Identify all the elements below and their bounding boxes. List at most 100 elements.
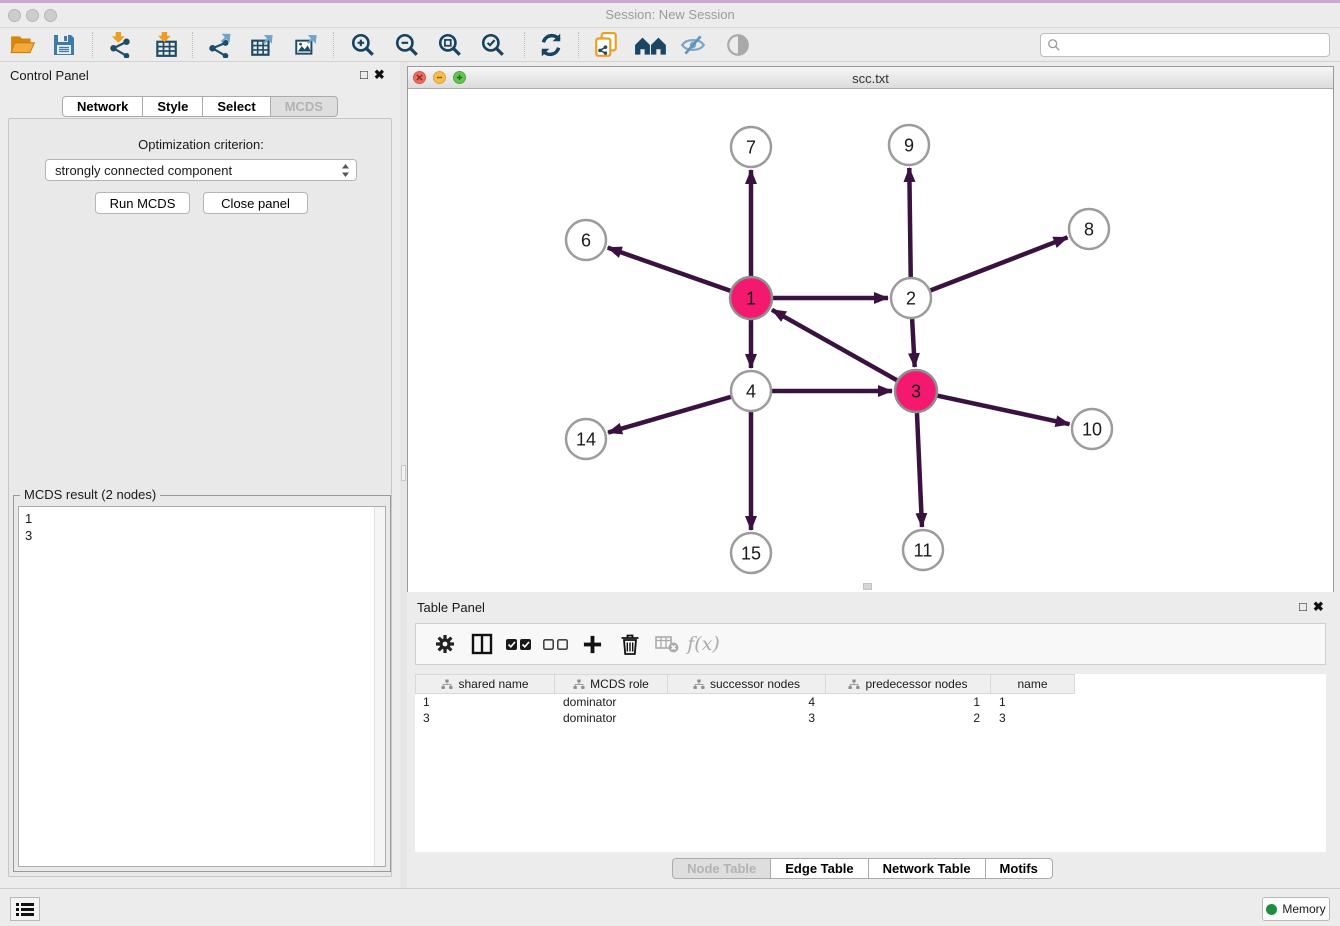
column-header-shared-name[interactable]: shared name bbox=[415, 674, 555, 694]
table-settings-icon[interactable] bbox=[426, 626, 463, 662]
network-window-titlebar[interactable]: scc.txt bbox=[408, 67, 1333, 89]
edge-4-14[interactable] bbox=[608, 397, 731, 433]
run-mcds-button[interactable]: Run MCDS bbox=[95, 192, 190, 214]
cell-predecessor-nodes[interactable]: 2 bbox=[826, 710, 991, 726]
cell-successor-nodes[interactable]: 3 bbox=[668, 710, 826, 726]
edge-3-10[interactable] bbox=[938, 396, 1070, 425]
table-tab-motifs[interactable]: Motifs bbox=[985, 858, 1053, 879]
tab-mcds[interactable]: MCDS bbox=[270, 96, 338, 117]
deselect-all-icon[interactable] bbox=[537, 626, 574, 662]
cell-shared-name[interactable]: 1 bbox=[415, 694, 555, 710]
criterion-select[interactable]: strongly connected component bbox=[45, 159, 357, 181]
column-header-name[interactable]: name bbox=[991, 674, 1075, 694]
hide-graphics-icon[interactable] bbox=[676, 30, 710, 60]
tab-network[interactable]: Network bbox=[62, 96, 143, 117]
node-1[interactable]: 1 bbox=[730, 277, 772, 319]
cell-predecessor-nodes[interactable]: 1 bbox=[826, 694, 991, 710]
export-network-icon[interactable] bbox=[202, 30, 236, 60]
import-table-icon[interactable] bbox=[149, 30, 183, 60]
refresh-layout-icon[interactable] bbox=[534, 30, 568, 60]
close-panel-icon[interactable]: ✖ bbox=[1313, 599, 1330, 614]
column-type-icon bbox=[573, 679, 585, 690]
toolbar-separator bbox=[524, 32, 525, 58]
float-panel-icon[interactable]: □ bbox=[1299, 599, 1313, 614]
node-7[interactable]: 7 bbox=[731, 127, 771, 167]
cell-successor-nodes[interactable]: 4 bbox=[668, 694, 826, 710]
main-toolbar bbox=[0, 28, 1340, 62]
zoom-fit-icon[interactable] bbox=[433, 30, 467, 60]
cell-shared-name[interactable]: 3 bbox=[415, 710, 555, 726]
column-label: predecessor nodes bbox=[865, 677, 967, 691]
zoom-selected-icon[interactable] bbox=[476, 30, 510, 60]
cell-name[interactable]: 3 bbox=[991, 710, 1075, 726]
delete-column-icon[interactable] bbox=[611, 626, 648, 662]
vertical-splitter[interactable] bbox=[400, 62, 407, 888]
result-scrollbar[interactable] bbox=[374, 507, 385, 866]
float-panel-icon[interactable]: □ bbox=[360, 67, 374, 82]
tab-select[interactable]: Select bbox=[202, 96, 270, 117]
open-session-icon[interactable] bbox=[6, 30, 40, 60]
column-label: MCDS role bbox=[590, 677, 649, 691]
table-tab-edge-table[interactable]: Edge Table bbox=[770, 858, 868, 879]
export-image-icon[interactable] bbox=[289, 30, 323, 60]
node-6[interactable]: 6 bbox=[566, 220, 606, 260]
node-14[interactable]: 14 bbox=[566, 419, 606, 459]
table-row-1[interactable]: 1dominator411 bbox=[415, 694, 1326, 710]
criterion-selected-value: strongly connected component bbox=[55, 163, 232, 178]
search-icon bbox=[1047, 38, 1061, 52]
export-table-icon[interactable] bbox=[245, 30, 279, 60]
network-view-window: scc.txt 7 9 6 8 1 2 4 3 14 10 15 11 bbox=[407, 66, 1334, 592]
svg-text:7: 7 bbox=[746, 138, 756, 158]
select-all-icon[interactable] bbox=[500, 626, 537, 662]
add-column-icon[interactable] bbox=[574, 626, 611, 662]
mcds-result-textarea[interactable]: 1 3 bbox=[18, 506, 386, 867]
node-9[interactable]: 9 bbox=[889, 125, 929, 165]
close-panel-icon[interactable]: ✖ bbox=[374, 67, 391, 82]
network-canvas[interactable]: 7 9 6 8 1 2 4 3 14 10 15 11 bbox=[408, 89, 1333, 592]
edge-2-8[interactable] bbox=[931, 237, 1068, 290]
close-panel-button[interactable]: Close panel bbox=[203, 192, 308, 214]
node-10[interactable]: 10 bbox=[1072, 409, 1112, 449]
edge-3-11[interactable] bbox=[917, 413, 922, 527]
table-row-2[interactable]: 3dominator323 bbox=[415, 710, 1326, 726]
node-11[interactable]: 11 bbox=[903, 530, 943, 570]
import-network-icon[interactable] bbox=[103, 30, 137, 60]
column-label: name bbox=[1017, 677, 1047, 691]
cell-mcds-role[interactable]: dominator bbox=[555, 694, 668, 710]
node-4[interactable]: 4 bbox=[731, 371, 771, 411]
splitter-handle[interactable] bbox=[401, 465, 406, 481]
cell-mcds-role[interactable]: dominator bbox=[555, 710, 668, 726]
canvas-hscroll-thumb[interactable] bbox=[863, 583, 872, 590]
show-columns-icon[interactable] bbox=[463, 626, 500, 662]
window-title: Session: New Session bbox=[0, 7, 1340, 22]
table-tab-node-table[interactable]: Node Table bbox=[672, 858, 771, 879]
search-field[interactable] bbox=[1040, 33, 1330, 57]
edge-1-6[interactable] bbox=[608, 248, 731, 291]
table-toolbar: f(x) bbox=[415, 623, 1326, 665]
table-tab-network-table[interactable]: Network Table bbox=[868, 858, 986, 879]
column-header-successor-nodes[interactable]: successor nodes bbox=[668, 674, 826, 694]
tab-style[interactable]: Style bbox=[142, 96, 203, 117]
column-header-mcds-role[interactable]: MCDS role bbox=[555, 674, 668, 694]
svg-text:3: 3 bbox=[911, 382, 921, 402]
column-header-predecessor-nodes[interactable]: predecessor nodes bbox=[826, 674, 991, 694]
edge-3-1[interactable] bbox=[772, 310, 897, 380]
node-15[interactable]: 15 bbox=[731, 533, 771, 573]
search-input[interactable] bbox=[1061, 35, 1329, 55]
node-8[interactable]: 8 bbox=[1069, 209, 1109, 249]
edge-2-3[interactable] bbox=[912, 319, 915, 367]
edge-2-9[interactable] bbox=[909, 168, 910, 277]
zoom-in-icon[interactable] bbox=[346, 30, 380, 60]
memory-button[interactable]: Memory bbox=[1262, 897, 1330, 921]
column-type-icon bbox=[693, 679, 705, 690]
titlebar-accent-strip bbox=[0, 0, 1340, 3]
task-history-button[interactable] bbox=[10, 897, 40, 921]
clone-network-icon[interactable] bbox=[589, 30, 623, 60]
zoom-out-icon[interactable] bbox=[390, 30, 424, 60]
node-2[interactable]: 2 bbox=[891, 278, 931, 318]
node-3[interactable]: 3 bbox=[895, 370, 937, 412]
table-panel-tabs: Node TableEdge TableNetwork TableMotifs bbox=[407, 858, 1318, 879]
cell-name[interactable]: 1 bbox=[991, 694, 1075, 710]
save-session-icon[interactable] bbox=[47, 30, 81, 60]
home-view-icon[interactable] bbox=[631, 30, 671, 60]
